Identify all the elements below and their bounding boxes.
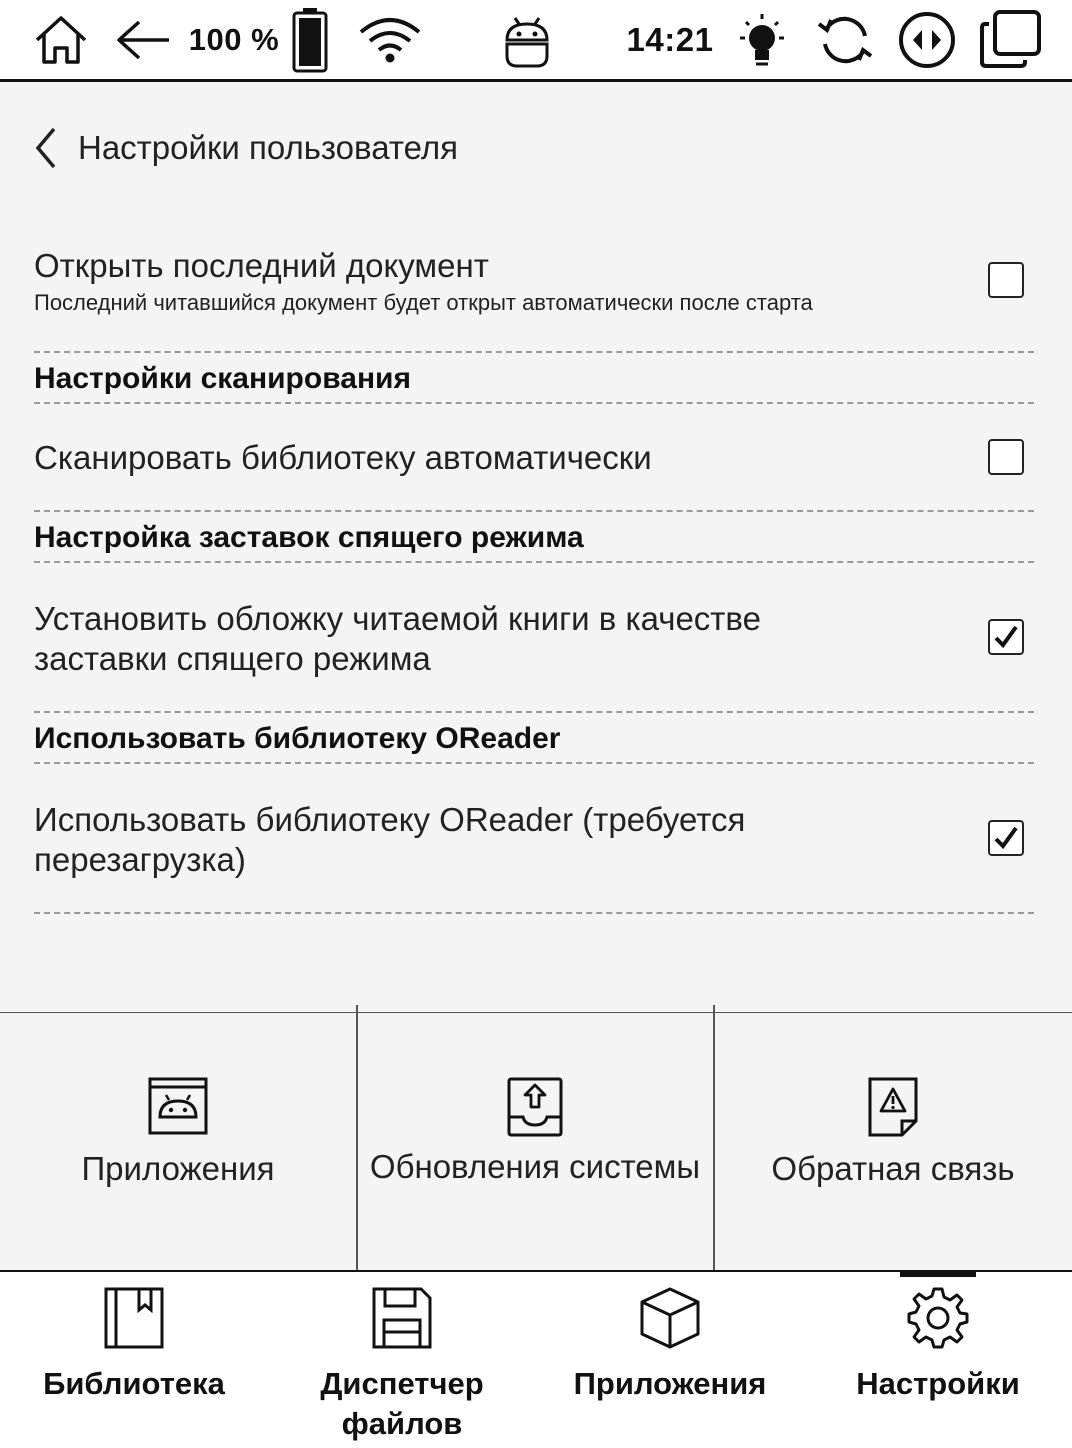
- checkbox-open-last-document[interactable]: [988, 262, 1024, 298]
- nav-label: Библиотека: [43, 1366, 225, 1401]
- back-arrow-icon[interactable]: [112, 0, 174, 80]
- nav-applications[interactable]: Приложения: [536, 1272, 804, 1448]
- clock: 14:21: [626, 21, 714, 58]
- feedback-icon: [868, 1077, 918, 1137]
- nav-file-manager[interactable]: Диспетчер файлов: [268, 1272, 536, 1448]
- section-header: Настройки сканирования: [34, 353, 1034, 404]
- setting-use-oreader[interactable]: Использовать библиотеку OReader (требует…: [34, 764, 1034, 914]
- nav-settings[interactable]: Настройки: [804, 1271, 1072, 1448]
- tile-label: Обновления системы: [369, 1148, 701, 1185]
- nav-label: Настройки: [856, 1366, 1020, 1401]
- checkmark-icon: [994, 826, 1018, 850]
- checkbox-scan-auto[interactable]: [988, 439, 1024, 475]
- quick-access-tiles: Приложения Обновления системы Обратная с…: [0, 1005, 1072, 1272]
- section-header: Использовать библиотеку OReader: [34, 713, 1034, 764]
- checkbox-cover-screensaver[interactable]: [988, 619, 1024, 655]
- nav-library[interactable]: Библиотека: [0, 1272, 268, 1448]
- home-icon[interactable]: [28, 0, 94, 80]
- gear-icon: [907, 1287, 969, 1349]
- android-app-icon: [148, 1077, 208, 1135]
- multitask-icon[interactable]: [978, 0, 1044, 80]
- active-tab-indicator: [900, 1271, 976, 1277]
- wifi-icon[interactable]: [356, 0, 424, 80]
- section-title-oreader: Использовать библиотеку OReader: [34, 722, 561, 755]
- setting-scan-auto[interactable]: Сканировать библиотеку автоматически: [34, 404, 1034, 512]
- tile-label: Приложения: [81, 1150, 275, 1187]
- settings-list: Открыть последний документ Последний чит…: [34, 228, 1034, 914]
- page-header[interactable]: Настройки пользователя: [30, 118, 458, 178]
- section-title-scan: Настройки сканирования: [34, 362, 412, 395]
- nav-label: Приложения: [573, 1366, 767, 1401]
- light-bulb-icon[interactable]: [732, 0, 792, 80]
- bottom-navigation: Библиотека Диспетчер файлов Приложения Н…: [0, 1270, 1072, 1448]
- refresh-icon[interactable]: [814, 0, 876, 80]
- floppy-disk-icon: [372, 1287, 432, 1349]
- battery-percent: 100 %: [188, 22, 280, 57]
- chevron-left-icon[interactable]: [30, 123, 64, 173]
- checkbox-use-oreader[interactable]: [988, 820, 1024, 856]
- setting-open-last-document[interactable]: Открыть последний документ Последний чит…: [34, 228, 1034, 353]
- setting-label: Использовать библиотеку OReader (требует…: [34, 801, 746, 878]
- status-bar: 100 % 14:21: [0, 0, 1072, 82]
- tile-label: Обратная связь: [771, 1150, 1015, 1187]
- section-header: Настройка заставок спящего режима: [34, 512, 1034, 563]
- tile-applications[interactable]: Приложения: [0, 1013, 356, 1271]
- bookmark-book-icon: [104, 1287, 164, 1349]
- setting-description: Последний читавшийся документ будет откр…: [34, 290, 813, 315]
- section-title-screensaver: Настройка заставок спящего режима: [34, 521, 584, 554]
- nav-label: Диспетчер файлов: [320, 1366, 484, 1441]
- navigation-icon[interactable]: [896, 0, 958, 80]
- setting-label: Установить обложку читаемой книги в каче…: [34, 600, 761, 677]
- tile-feedback[interactable]: Обратная связь: [714, 1013, 1072, 1271]
- android-icon[interactable]: [498, 0, 556, 80]
- page-title: Настройки пользователя: [78, 129, 458, 166]
- battery-icon: [290, 0, 330, 80]
- setting-label: Открыть последний документ: [34, 247, 489, 284]
- cube-icon: [640, 1287, 700, 1349]
- checkmark-icon: [994, 625, 1018, 649]
- tile-system-updates[interactable]: Обновления системы: [357, 1013, 713, 1271]
- setting-label: Сканировать библиотеку автоматически: [34, 439, 652, 476]
- setting-cover-screensaver[interactable]: Установить обложку читаемой книги в каче…: [34, 563, 1034, 713]
- system-update-icon: [507, 1077, 563, 1137]
